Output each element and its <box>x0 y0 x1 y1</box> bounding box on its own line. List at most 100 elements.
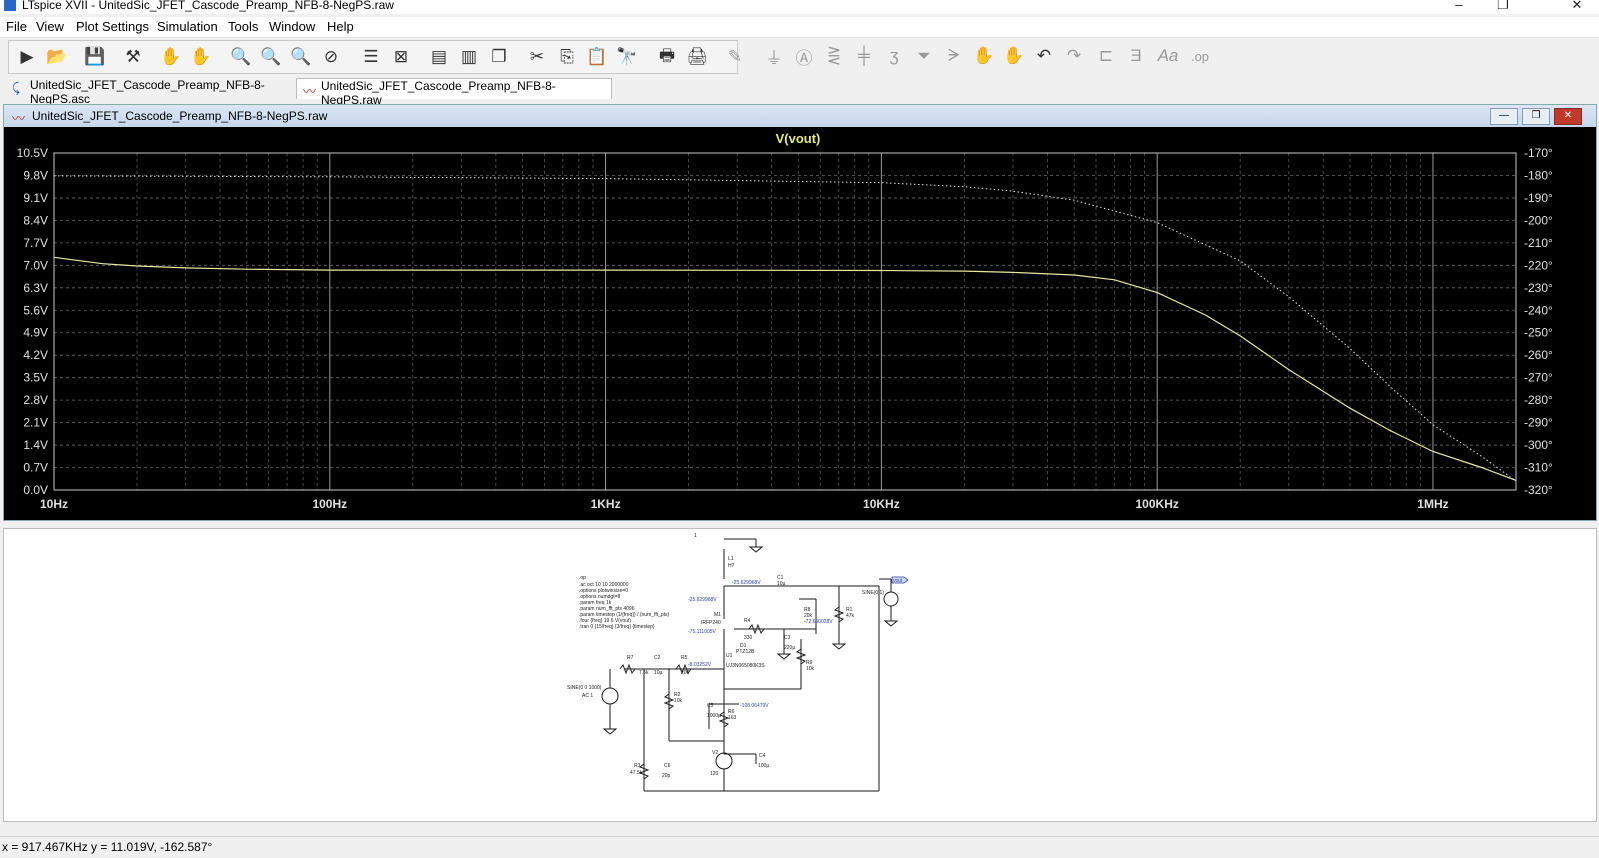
move-icon[interactable]: ✋ <box>972 45 996 67</box>
window-minimize-button[interactable]: – <box>1444 0 1474 12</box>
print-icon[interactable]: 🖨 <box>685 46 709 68</box>
component-label[interactable]: C6 <box>664 763 671 769</box>
zoom-in-icon[interactable]: 🔍 <box>229 46 253 68</box>
resistor-icon[interactable]: ⋛ <box>822 45 846 67</box>
undo-icon[interactable]: ↶ <box>1032 45 1056 67</box>
component-value[interactable]: 47.5k <box>630 770 643 776</box>
source-label[interactable]: SINE(0 0 1000) <box>567 685 602 691</box>
rotate-icon[interactable]: ⊏ <box>1094 45 1118 67</box>
cascade-icon[interactable]: ❐ <box>487 46 511 68</box>
component-value[interactable]: UJ3N065080K3S <box>726 663 765 669</box>
component-value[interactable]: 163 <box>728 715 737 721</box>
component-value[interactable]: SINE(0 1) <box>862 590 884 596</box>
component-label[interactable]: L1 <box>728 556 734 562</box>
pan-icon[interactable]: ✋ <box>189 46 213 68</box>
menu-help[interactable]: Help <box>327 19 354 34</box>
component-value[interactable]: 200 <box>681 670 690 676</box>
text-icon[interactable]: Aa <box>1156 45 1180 67</box>
component-value[interactable]: 1000µ <box>707 713 721 719</box>
component-label[interactable]: V2 <box>712 750 718 756</box>
schematic-directive[interactable]: .op <box>579 575 586 581</box>
component-value[interactable]: PTZ12B <box>736 649 755 655</box>
component-value[interactable]: 10µ <box>654 670 663 676</box>
probe-label[interactable]: -25.629968V <box>732 580 761 586</box>
probe-label[interactable]: -72.650028V <box>804 619 833 625</box>
component-value[interactable]: 20p <box>662 773 671 779</box>
window-restore-button[interactable]: ❐ <box>1488 0 1518 13</box>
component-label[interactable]: R7 <box>627 655 634 661</box>
find-icon[interactable]: 🔭 <box>615 46 639 68</box>
spice-directive-icon[interactable]: .op <box>1188 45 1212 67</box>
component-label[interactable]: C4 <box>759 753 766 759</box>
component-value[interactable]: H7 <box>728 563 735 569</box>
component-label[interactable]: R3 <box>634 763 641 769</box>
source-label[interactable]: AC 1 <box>582 693 593 699</box>
capacitor-icon[interactable]: ╪ <box>852 45 876 67</box>
component-value[interactable]: 10k <box>674 698 683 704</box>
component-value[interactable]: 10k <box>806 666 815 672</box>
menu-window[interactable]: Window <box>269 19 315 34</box>
plot-restore-button[interactable]: ❐ <box>1522 108 1550 125</box>
tab-schematic[interactable]: ⤹ UnitedSic_JFET_Cascode_Preamp_NFB-8-Ne… <box>6 78 316 106</box>
diode-icon[interactable]: ⏷ <box>912 45 936 67</box>
component-value[interactable]: 7.5k <box>639 670 649 676</box>
component-value[interactable]: 120 <box>710 771 719 777</box>
component-value[interactable]: 330 <box>744 635 753 641</box>
save-icon[interactable]: 💾 <box>83 46 107 68</box>
component-label[interactable]: U1 <box>726 653 733 659</box>
drag-icon[interactable]: ✋ <box>1002 45 1026 67</box>
vout-net-flag[interactable]: vout <box>891 576 909 584</box>
window-close-button[interactable]: ✕ <box>1562 0 1592 13</box>
menu-plot-settings[interactable]: Plot Settings <box>76 19 149 34</box>
component-value[interactable]: 47k <box>846 613 855 619</box>
label-net-icon[interactable]: Ⓐ <box>792 45 816 68</box>
component-value[interactable]: 220µ <box>784 645 795 651</box>
probe-label[interactable]: -75.111005V <box>688 629 717 635</box>
cut-icon[interactable]: ✂ <box>525 46 549 68</box>
schematic-directive[interactable]: .tran 0 {15/freq} {3/freq} {timestep} <box>579 624 655 630</box>
print-setup-icon[interactable]: 🖶 <box>655 46 679 68</box>
wire-icon[interactable]: ✎ <box>723 46 747 68</box>
open-icon[interactable]: 📂 <box>45 46 69 68</box>
ground-icon[interactable]: ⏚ <box>762 45 786 68</box>
component-value[interactable]: IRFP240 <box>701 620 721 626</box>
component-value[interactable]: 100µ <box>758 763 769 769</box>
component-label[interactable]: R4 <box>744 618 751 624</box>
menu-tools[interactable]: Tools <box>228 19 258 34</box>
menu-simulation[interactable]: Simulation <box>157 19 218 34</box>
menu-file[interactable]: File <box>6 19 27 34</box>
tab-waveform[interactable]: 〰 UnitedSic_JFET_Cascode_Preamp_NFB-8-Ne… <box>296 78 612 107</box>
component-label[interactable]: C5 <box>707 703 714 709</box>
mirror-icon[interactable]: Ǝ <box>1124 45 1148 67</box>
plot-minimize-button[interactable]: — <box>1490 108 1518 125</box>
tile-vertical-icon[interactable]: ▥ <box>457 46 481 68</box>
component-label[interactable]: M1 <box>714 612 721 618</box>
schematic-drawing[interactable]: .op .ac oct 10 10 2000000 .options plotw… <box>4 529 1596 821</box>
inductor-icon[interactable]: ʒ <box>882 45 906 67</box>
run-icon[interactable]: ▶ <box>15 46 39 68</box>
trace-title[interactable]: V(vout) <box>776 131 821 146</box>
paste-icon[interactable]: 📋 <box>585 46 609 68</box>
measure-icon[interactable]: ⊠ <box>389 46 413 68</box>
component-label[interactable]: C3 <box>784 635 791 641</box>
probe-label[interactable]: -108.06479V <box>740 703 769 709</box>
component-value[interactable]: 10µ <box>777 581 786 587</box>
redo-icon[interactable]: ↷ <box>1062 45 1086 67</box>
schematic-pane[interactable]: .op .ac oct 10 10 2000000 .options plotw… <box>3 528 1597 822</box>
control-panel-icon[interactable]: ⚒ <box>121 46 145 68</box>
tile-horizontal-icon[interactable]: ▤ <box>427 46 451 68</box>
component-label[interactable]: R5 <box>681 655 688 661</box>
probe-label[interactable]: -8.03252V <box>688 662 712 668</box>
autorange-icon[interactable]: ☰ <box>359 46 383 68</box>
zoom-full-icon[interactable]: 🔍 <box>259 46 283 68</box>
waveform-plot[interactable]: V(vout) 10.5V 9.8V 9.1V 8.4V 7.7V 7.0V 6.3V 5.6… <box>4 127 1596 520</box>
component-label[interactable]: C2 <box>654 655 661 661</box>
halt-icon[interactable]: ✋ <box>159 46 183 68</box>
menu-view[interactable]: View <box>36 19 64 34</box>
zoom-out-icon[interactable]: 🔍 <box>289 46 313 68</box>
probe-label[interactable]: -25.629968V <box>688 597 717 603</box>
plot-close-button[interactable]: ✕ <box>1554 108 1582 125</box>
copy-icon[interactable]: ⎘ <box>555 46 579 68</box>
component-icon[interactable]: ᗒ <box>942 45 966 67</box>
zoom-cancel-icon[interactable]: ⊘ <box>319 46 343 68</box>
